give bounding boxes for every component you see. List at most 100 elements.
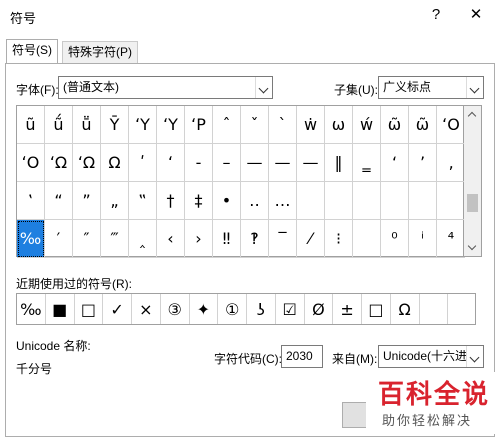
symbol-cell[interactable] [325,182,353,220]
font-select[interactable]: (普通文本) [58,76,273,99]
symbol-cell[interactable]: ‘ [381,144,409,182]
recent-symbol-cell[interactable]: ■ [46,294,75,324]
tab-special-characters[interactable]: 特殊字符(P) [62,41,138,63]
recent-symbol-cell[interactable]: ✦ [190,294,219,324]
symbol-cell[interactable]: ⁝ [325,220,353,258]
symbol-cell[interactable]: ‾ [269,220,297,258]
symbol-cell[interactable]: • [213,182,241,220]
recent-symbols-label: 近期使用过的符号(R): [16,277,132,291]
symbol-cell[interactable]: † [157,182,185,220]
symbol-cell[interactable]: ⁄ [297,220,325,258]
symbol-grid-scrollbar[interactable] [464,105,482,257]
symbol-cell[interactable]: ˋ [269,106,297,144]
recent-symbol-cell[interactable]: □ [75,294,104,324]
watermark-logo: 百科全说 助你轻松解决 [366,372,496,434]
symbol-cell[interactable]: ẇ [297,106,325,144]
symbol-cell[interactable]: ʻΩ [73,144,101,182]
recent-symbol-cell[interactable]: ☑ [276,294,305,324]
font-select-value: (普通文本) [63,80,119,94]
symbol-cell[interactable]: ‚ [437,144,465,182]
symbol-cell[interactable]: ‸ [129,220,157,258]
chevron-down-icon[interactable] [466,77,483,98]
symbol-cell[interactable]: … [269,182,297,220]
symbol-cell[interactable]: — [297,144,325,182]
symbol-cell[interactable] [297,182,325,220]
symbol-cell[interactable]: ˇ [241,106,269,144]
symbol-cell[interactable] [409,182,437,220]
help-button[interactable]: ? [426,5,446,25]
symbol-cell[interactable]: ‡ [185,182,213,220]
close-button[interactable]: ✕ [466,5,486,25]
symbol-cell[interactable]: ⁴ [437,220,465,258]
symbol-cell[interactable]: ″ [73,220,101,258]
symbol-cell[interactable]: Ω [101,144,129,182]
symbol-cell[interactable]: ‗ [353,144,381,182]
symbol-cell[interactable]: ’ [409,144,437,182]
symbol-cell[interactable]: ʻY [129,106,157,144]
symbol-cell-selected[interactable]: ‰ [17,220,45,258]
symbol-cell[interactable]: ‟ [129,182,157,220]
from-select[interactable]: Unicode(十六进 [378,345,484,368]
symbol-cell[interactable]: ⁰ [381,220,409,258]
recent-symbol-cell[interactable]: ✓ [103,294,132,324]
symbol-cell[interactable]: „ [101,182,129,220]
symbol-cell[interactable] [353,182,381,220]
symbol-cell[interactable]: Ȳ [101,106,129,144]
symbol-cell[interactable]: ʻ [157,144,185,182]
recent-symbol-cell[interactable]: ± [333,294,362,324]
scroll-up-icon[interactable] [464,106,481,123]
recent-symbol-cell[interactable]: ʖ [247,294,276,324]
recent-symbol-cell[interactable]: □ [362,294,391,324]
symbol-cell[interactable]: ω̃ [409,106,437,144]
symbol-grid[interactable]: ũ ṹ ṻ Ȳ ʻY ʻY ʻP ˆ ˇ ˋ ẇ ω ẃ ω̃ ω̃ ʻO ʻO ʻΩ ʻΩ Ω ʹ ʻ - – — — — ‖ ‗ ‘’… [16,105,465,258]
recent-symbol-cell[interactable]: Ω [391,294,420,324]
symbol-cell[interactable]: ʻO [437,106,465,144]
symbol-cell[interactable]: ʻP [185,106,213,144]
recent-symbol-cell[interactable]: Ø [305,294,334,324]
recent-symbol-cell[interactable] [420,294,449,324]
recent-symbol-cell[interactable]: ① [218,294,247,324]
recent-symbol-cell[interactable]: ‰ [17,294,46,324]
recent-symbol-cell[interactable]: × [132,294,161,324]
symbol-cell[interactable]: — [241,144,269,182]
symbol-cell[interactable]: ẃ [353,106,381,144]
subset-select[interactable]: 广义标点 [378,76,484,99]
symbol-cell[interactable]: “ [45,182,73,220]
symbol-cell[interactable]: ′ [45,220,73,258]
symbol-cell[interactable]: - [185,144,213,182]
symbol-cell[interactable]: ω̃ [381,106,409,144]
symbol-cell[interactable]: ‹ [157,220,185,258]
symbol-cell[interactable]: ʻY [157,106,185,144]
symbol-cell[interactable]: ṻ [73,106,101,144]
symbol-cell[interactable]: ” [73,182,101,220]
symbol-cell[interactable]: ‥ [241,182,269,220]
recent-symbols-row[interactable]: ‰ ■ □ ✓ × ③ ✦ ① ʖ ☑ Ø ± □ Ω [16,293,476,325]
symbol-cell[interactable]: ω [325,106,353,144]
chevron-down-icon[interactable] [255,77,272,98]
recent-symbol-cell[interactable]: ③ [161,294,190,324]
char-code-input[interactable]: 2030 [281,345,323,368]
symbol-cell[interactable]: ʹ [129,144,157,182]
symbol-cell[interactable] [353,220,381,258]
symbol-cell[interactable]: — [269,144,297,182]
symbol-cell[interactable]: ‽ [241,220,269,258]
symbol-cell[interactable]: ‖ [325,144,353,182]
symbol-cell[interactable]: – [213,144,241,182]
symbol-cell[interactable]: ũ [17,106,45,144]
symbol-cell[interactable]: ʻO [17,144,45,182]
chevron-down-icon[interactable] [466,346,483,367]
symbol-cell[interactable]: ⁱ [409,220,437,258]
symbol-cell[interactable]: ʻΩ [45,144,73,182]
symbol-cell[interactable]: › [185,220,213,258]
scroll-thumb[interactable] [467,194,478,212]
symbol-cell[interactable]: ‛ [17,182,45,220]
tab-symbols[interactable]: 符号(S) [6,39,58,64]
symbol-cell[interactable]: ṹ [45,106,73,144]
symbol-cell[interactable] [437,182,465,220]
symbol-cell[interactable]: ‼ [213,220,241,258]
symbol-cell[interactable]: ‴ [101,220,129,258]
recent-symbol-cell[interactable] [448,294,477,324]
symbol-cell[interactable]: ˆ [213,106,241,144]
symbol-cell[interactable] [381,182,409,220]
scroll-down-icon[interactable] [464,239,481,256]
